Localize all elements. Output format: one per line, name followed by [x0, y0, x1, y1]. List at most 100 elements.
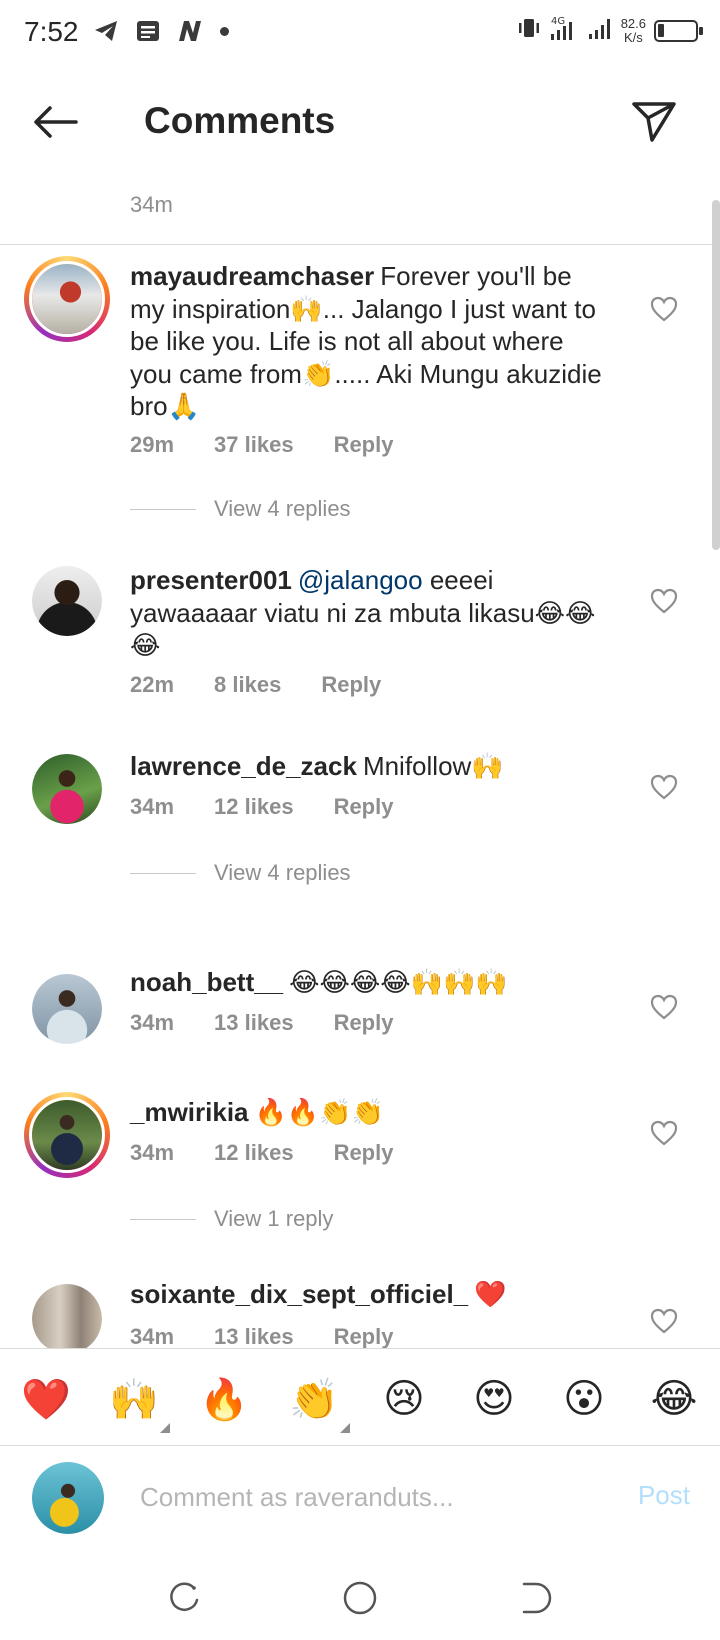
svg-text:4G: 4G	[551, 16, 565, 27]
comment-username[interactable]: lawrence_de_zack	[130, 751, 357, 781]
comment-username[interactable]: mayaudreamchaser	[130, 261, 374, 291]
avatar-story-ring[interactable]	[24, 256, 110, 342]
comment-meta: 34m 12 likes Reply	[130, 1140, 433, 1166]
comment-text: _mwirikia 🔥🔥👏👏	[130, 1096, 610, 1129]
back-nav-icon[interactable]	[514, 1578, 554, 1618]
message-icon	[134, 18, 162, 44]
comment-username[interactable]: noah_bett__	[130, 967, 283, 997]
comment-body: 🔥🔥👏👏	[254, 1097, 385, 1127]
skin-tone-indicator	[340, 1423, 350, 1433]
network-speed-unit: K/s	[623, 29, 643, 45]
avatar[interactable]	[32, 566, 102, 636]
replies-line	[130, 508, 196, 510]
signal-icon	[587, 16, 613, 45]
comment-meta: 34m 13 likes Reply	[130, 1324, 433, 1348]
reply-button[interactable]: Reply	[334, 1140, 394, 1166]
reaction-raised-hands-glyph: 🙌	[109, 1377, 159, 1422]
avatar[interactable]	[32, 1284, 102, 1348]
scrollbar[interactable]	[712, 200, 720, 550]
quick-reactions-bar: ❤️ 🙌 🔥 👏 😢 😍 😮 😂	[0, 1348, 720, 1446]
replies-line	[130, 872, 196, 874]
comment-likes[interactable]: 13 likes	[214, 1010, 294, 1036]
avatar	[32, 264, 102, 334]
comment-username[interactable]: _mwirikia	[130, 1097, 249, 1127]
avatar[interactable]	[32, 754, 102, 824]
like-heart-icon[interactable]	[650, 1120, 678, 1146]
system-nav-bar	[0, 1556, 720, 1640]
replies-line	[130, 1218, 196, 1220]
reaction-heart-button[interactable]: ❤️	[18, 1371, 74, 1427]
page-title: Comments	[144, 100, 336, 141]
view-replies-button[interactable]: View 4 replies	[130, 496, 351, 522]
avatar	[32, 1100, 102, 1170]
recent-apps-icon[interactable]	[164, 1578, 204, 1618]
like-heart-icon[interactable]	[650, 994, 678, 1020]
view-replies-button[interactable]: View 1 reply	[130, 1206, 333, 1232]
comment-meta: 29m 37 likes Reply	[130, 432, 433, 458]
comment-likes[interactable]: 12 likes	[214, 1140, 294, 1166]
reaction-fire-button[interactable]: 🔥	[196, 1371, 252, 1427]
more-notifications-dot-icon	[220, 26, 229, 36]
my-avatar	[32, 1462, 104, 1534]
system-icons: 4G 82.6 K/s	[517, 14, 703, 47]
comment-mention[interactable]: @jalangoo	[298, 565, 423, 595]
like-heart-icon[interactable]	[650, 588, 678, 614]
comment-input[interactable]	[140, 1472, 600, 1522]
share-send-icon[interactable]	[630, 98, 678, 144]
post-button[interactable]: Post	[638, 1480, 690, 1511]
comment-time: 22m	[130, 672, 175, 697]
avatar[interactable]	[32, 974, 102, 1044]
view-replies-label: View 4 replies	[214, 860, 351, 885]
comment-text: soixante_dix_sept_officiel_ ❤️	[130, 1278, 610, 1311]
reaction-clap-glyph: 👏	[289, 1377, 339, 1422]
reaction-clap-button[interactable]: 👏	[286, 1371, 350, 1433]
like-heart-icon[interactable]	[650, 296, 678, 322]
avatar-story-ring[interactable]	[24, 1092, 110, 1178]
reaction-crying-button[interactable]: 😢	[376, 1371, 432, 1427]
comment-likes[interactable]: 13 likes	[214, 1324, 294, 1348]
status-time: 7:52	[24, 16, 79, 47]
comment-time: 34m	[130, 794, 175, 819]
reply-button[interactable]: Reply	[334, 794, 394, 820]
telegram-icon	[92, 18, 120, 44]
back-arrow-icon[interactable]	[30, 102, 80, 142]
reaction-surprised-button[interactable]: 😮	[556, 1371, 612, 1427]
comment-likes[interactable]: 37 likes	[214, 432, 294, 458]
comment-text: presenter001 @jalangoo eeeei yawaaaaar vi…	[130, 564, 610, 662]
comment-meta: 34m 12 likes Reply	[130, 794, 433, 820]
comment-time: 34m	[130, 1010, 175, 1035]
comment-meta: 22m 8 likes Reply	[130, 672, 421, 698]
comment-body: ❤️	[474, 1279, 507, 1309]
view-replies-button[interactable]: View 4 replies	[130, 860, 351, 886]
like-heart-icon[interactable]	[650, 774, 678, 800]
comment-likes[interactable]: 8 likes	[214, 672, 281, 698]
network-speed: 82.6 K/s	[621, 16, 646, 45]
view-replies-label: View 1 reply	[214, 1206, 334, 1231]
reply-button[interactable]: Reply	[321, 672, 381, 698]
comment-input-bar: Post	[0, 1446, 720, 1556]
comment-text: mayaudreamchaser Forever you'll be my ins…	[130, 260, 610, 423]
signal-4g-icon: 4G	[549, 14, 579, 47]
status-bar: 7:52 4G 82.6 K/s	[0, 0, 720, 68]
battery-icon	[654, 19, 703, 42]
notification-icons	[92, 18, 229, 44]
comment-text: noah_bett__ 😂😂😂😂🙌🙌🙌	[130, 966, 610, 999]
comment-likes[interactable]: 12 likes	[214, 794, 294, 820]
comments-list[interactable]: 34m mayaudreamchaser Forever you'll be my…	[0, 166, 720, 1348]
like-heart-icon[interactable]	[650, 1308, 678, 1334]
reply-button[interactable]: Reply	[334, 1010, 394, 1036]
home-icon[interactable]	[340, 1578, 380, 1618]
comment-time: 34m	[130, 1324, 175, 1348]
reaction-laughing-button[interactable]: 😂	[646, 1371, 702, 1427]
reaction-raised-hands-button[interactable]: 🙌	[106, 1371, 170, 1433]
comment-time: 34m	[130, 192, 173, 217]
reply-button[interactable]: Reply	[334, 1324, 394, 1348]
comment-username[interactable]: soixante_dix_sept_officiel_	[130, 1279, 468, 1309]
comment-time: 29m	[130, 432, 175, 457]
comment-meta: 34m 13 likes Reply	[130, 1010, 433, 1036]
reply-button[interactable]: Reply	[334, 432, 394, 458]
view-replies-label: View 4 replies	[214, 496, 351, 521]
comment-body: Mnifollow🙌	[362, 751, 504, 781]
reaction-heart-eyes-button[interactable]: 😍	[466, 1371, 522, 1427]
comment-username[interactable]: presenter001	[130, 565, 292, 595]
